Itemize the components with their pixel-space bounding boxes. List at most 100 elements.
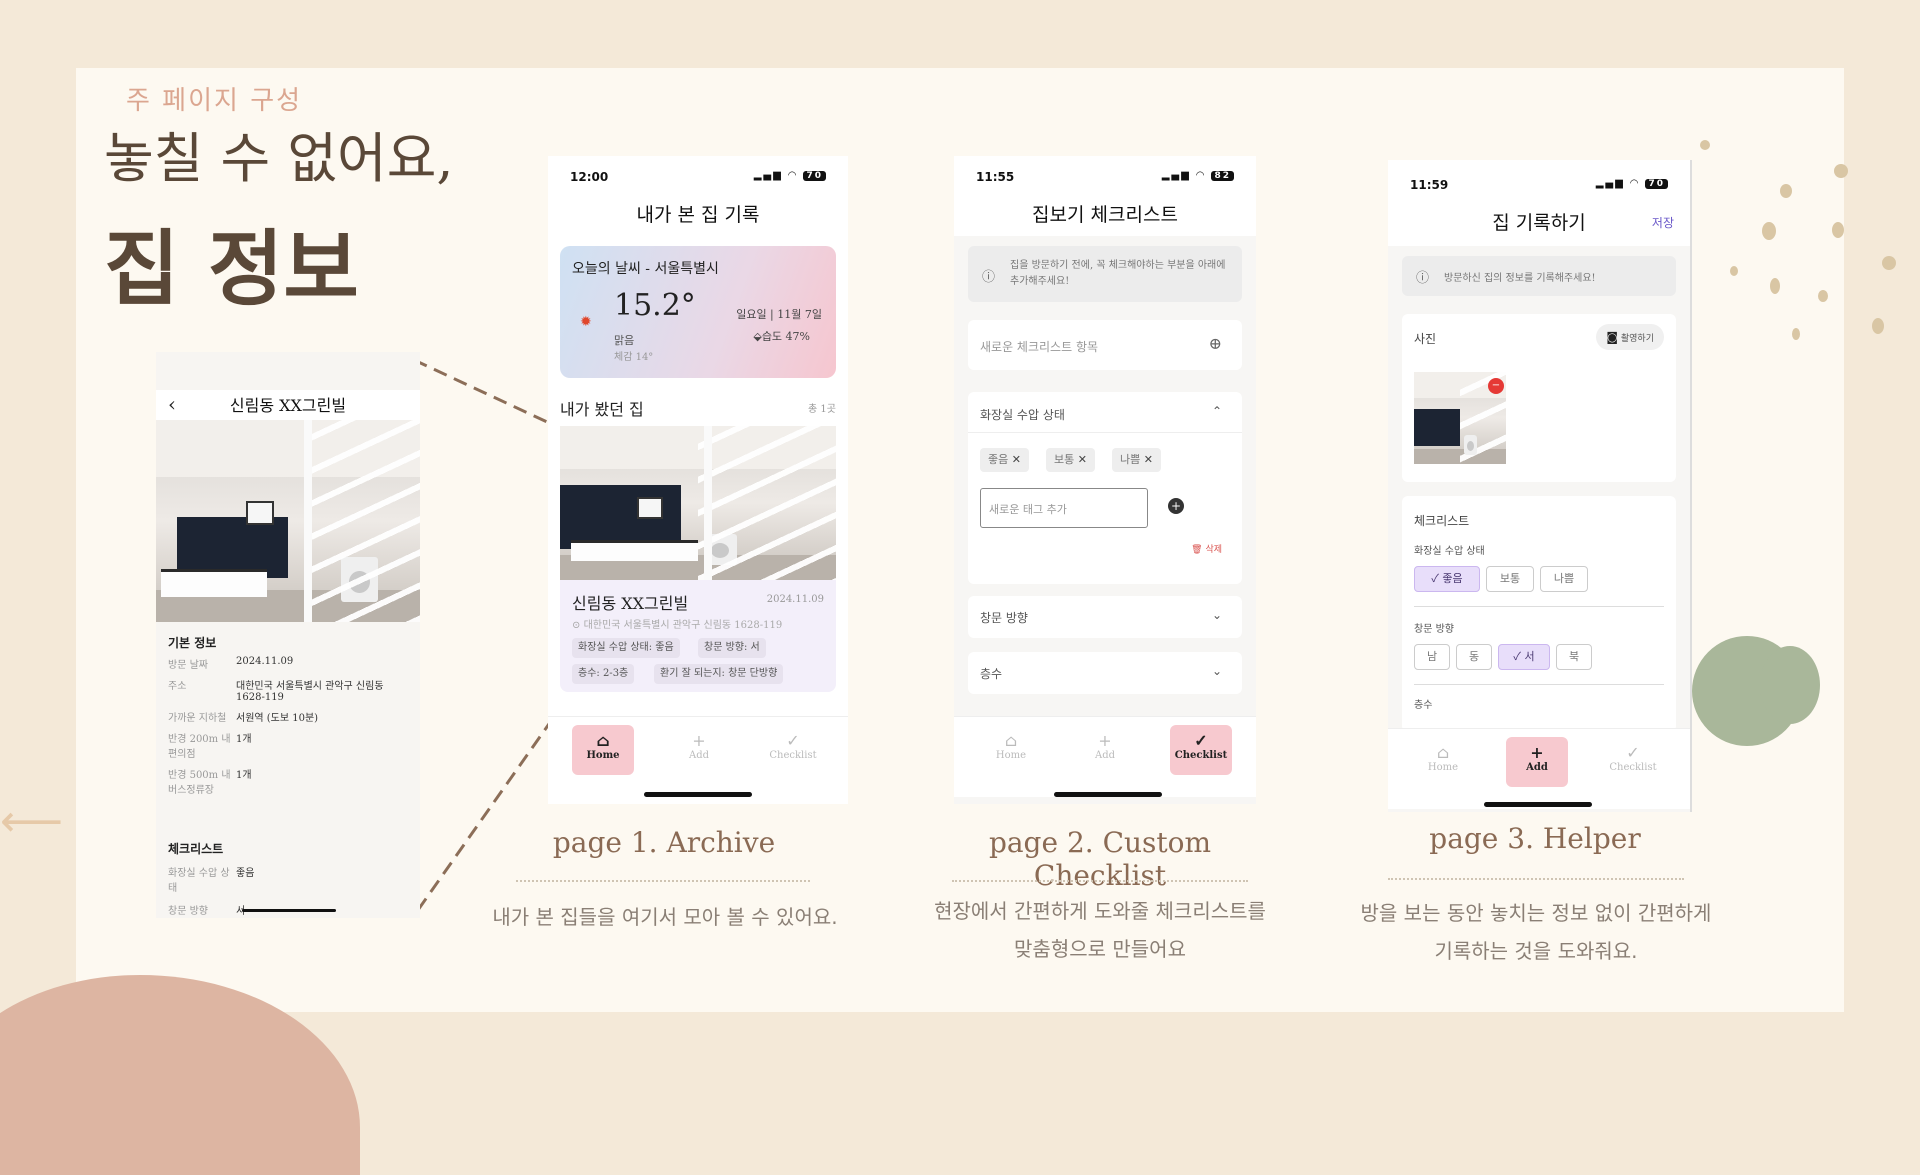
- add-circle-icon[interactable]: ⊕: [1209, 334, 1222, 353]
- plus-icon: +: [692, 731, 706, 750]
- option-chip[interactable]: 남: [1414, 644, 1450, 670]
- tab-add[interactable]: + Add: [668, 725, 730, 775]
- plus-icon: +: [1530, 743, 1544, 762]
- new-tag-input[interactable]: 새로운 태그 추가: [980, 488, 1148, 528]
- tag-chip[interactable]: 좋음 ✕: [980, 448, 1029, 472]
- pin-icon: ⊙: [572, 620, 584, 631]
- house-photo: [560, 426, 836, 580]
- caption-archive-title: page 1. Archive: [552, 826, 776, 859]
- check-icon: ✓: [1194, 731, 1208, 750]
- option-chip[interactable]: 북: [1556, 644, 1592, 670]
- wifi-icon: ◠: [788, 170, 798, 181]
- list-title: 내가 봤던 집: [560, 400, 644, 419]
- option-chip[interactable]: 나쁨: [1540, 566, 1588, 592]
- tab-add[interactable]: + Add: [1074, 725, 1136, 775]
- wifi-icon: ◠: [1630, 178, 1640, 189]
- divider: [952, 880, 1248, 882]
- caption-checklist-title: page 2. Custom Checklist: [988, 826, 1212, 892]
- house-tag: 화장실 수압 상태: 좋음: [572, 638, 680, 658]
- house-photo: [156, 420, 420, 622]
- detail-screen: ‹ 신림동 XX그린빌 기본 정보 방문 날짜 2024.11.09 주소 대한민국…: [156, 352, 420, 918]
- list-count: 총 1곳: [808, 404, 836, 415]
- save-button[interactable]: 저장: [1652, 214, 1674, 231]
- info-text: 방문하신 집의 정보를 기록해주세요!: [1444, 273, 1596, 284]
- close-icon: ✕: [1011, 453, 1021, 466]
- plus-icon: +: [1098, 731, 1112, 750]
- info-row: 반경 500m 내 버스정류장 1개: [168, 770, 252, 796]
- item-title: 화장실 수압 상태: [980, 408, 1065, 422]
- tab-bar: ⌂ Home + Add ✓ Checklist: [548, 716, 848, 797]
- divider: [516, 880, 810, 882]
- tab-home[interactable]: ⌂ Home: [1412, 737, 1474, 787]
- info-row: 가까운 지하철 서원역 (도보 10분): [168, 713, 319, 724]
- tab-home[interactable]: ⌂ Home: [572, 725, 634, 775]
- remove-photo-icon[interactable]: −: [1488, 378, 1504, 394]
- checklist-title: 체크리스트: [168, 842, 224, 856]
- question-label: 층수: [1414, 700, 1433, 711]
- tag-chip[interactable]: 보통 ✕: [1046, 448, 1095, 472]
- delete-button[interactable]: 🗑 삭제: [1191, 542, 1222, 555]
- weather-condition: 맑음: [614, 334, 635, 347]
- home-indicator: [644, 792, 752, 797]
- battery-icon: 82: [1211, 171, 1234, 181]
- collapsed-item[interactable]: 층수 ⌄: [968, 652, 1242, 694]
- tab-checklist[interactable]: ✓ Checklist: [1602, 737, 1664, 787]
- signal-icon: ▂▄▆: [1595, 178, 1625, 189]
- tab-add[interactable]: + Add: [1506, 737, 1568, 787]
- add-tag-icon[interactable]: +: [1168, 498, 1184, 514]
- helper-screen: 11:59 ▂▄▆ ◠ 70 집 기록하기 저장 ⓘ 방문하신 집의 정보를 기…: [1388, 160, 1692, 812]
- caption-checklist-desc: 현장에서 간편하게 도와줄 체크리스트를 맞춤형으로 만들어요: [934, 899, 1266, 961]
- expanded-item: 화장실 수압 상태 ⌃ 좋음 ✕ 보통 ✕ 나쁨 ✕ 새로운 태그 추가 + 🗑…: [968, 392, 1242, 584]
- check-icon: ✓: [1431, 572, 1443, 585]
- house-card[interactable]: 신림동 XX그린빌 2024.11.09 ⊙ 대한민국 서울특별시 관악구 신림…: [560, 426, 836, 692]
- checklist-label: 체크리스트: [1414, 514, 1470, 528]
- camera-icon: ◙: [1606, 330, 1618, 344]
- archive-title: 내가 본 집 기록: [636, 204, 760, 226]
- tab-bar: ⌂ Home + Add ✓ Checklist: [1388, 728, 1690, 809]
- option-chip[interactable]: ✓ 좋음: [1414, 566, 1480, 592]
- caption-helper-title: page 3. Helper: [1429, 822, 1641, 855]
- info-text: 집을 방문하기 전에, 꼭 체크해야하는 부분을 아래에 추가해주세요!: [1010, 260, 1226, 287]
- camera-button[interactable]: ◙ 촬영하기: [1596, 324, 1664, 350]
- collapsed-item[interactable]: 창문 방향 ⌄: [968, 596, 1242, 638]
- tab-checklist[interactable]: ✓ Checklist: [1170, 725, 1232, 775]
- question-label: 화장실 수압 상태: [1414, 546, 1485, 557]
- house-tag: 층수: 2-3층: [572, 664, 635, 684]
- option-chip[interactable]: 보통: [1486, 566, 1534, 592]
- house-date: 2024.11.09: [766, 594, 824, 605]
- checklist-screen: 11:55 ▂▄▆ ◠ 82 집보기 체크리스트 ⓘ 집을 방문하기 전에, 꼭…: [954, 156, 1256, 804]
- battery-icon: 70: [803, 171, 826, 181]
- archive-screen: 12:00 ▂▄▆ ◠ 70 내가 본 집 기록 오늘의 날씨 - 서울특별시 …: [548, 156, 848, 804]
- weather-date: 일요일 | 11월 7일: [736, 308, 822, 321]
- house-name: 신림동 XX그린빌: [572, 594, 689, 613]
- option-chip[interactable]: 동: [1456, 644, 1492, 670]
- new-item-row[interactable]: 새로운 체크리스트 항목 ⊕: [968, 320, 1242, 370]
- tag-chip[interactable]: 나쁨 ✕: [1112, 448, 1161, 472]
- weather-temp: 15.2°: [614, 288, 696, 323]
- check-icon: ✓: [1626, 743, 1640, 762]
- info-row: 반경 200m 내 편의점 1개: [168, 734, 252, 760]
- photo-label: 사진: [1414, 332, 1437, 346]
- home-indicator: [1484, 802, 1592, 807]
- weather-heading: 오늘의 날씨 - 서울특별시: [572, 261, 719, 277]
- house-tag: 창문 방향: 서: [698, 638, 766, 658]
- tab-checklist[interactable]: ✓ Checklist: [762, 725, 824, 775]
- status-bar: 11:55 ▂▄▆ ◠ 82: [976, 170, 1234, 186]
- checklist-title: 집보기 체크리스트: [1032, 204, 1178, 226]
- question-label: 창문 방향: [1414, 624, 1454, 635]
- chevron-up-icon[interactable]: ⌃: [1212, 404, 1222, 418]
- info-box: ⓘ 집을 방문하기 전에, 꼭 체크해야하는 부분을 아래에 추가해주세요!: [968, 246, 1242, 302]
- option-chip[interactable]: ✓ 서: [1498, 644, 1550, 670]
- checklist-card: 체크리스트 화장실 수압 상태 ✓ 좋음 보통 나쁨 창문 방향 남 동 ✓ 서…: [1402, 496, 1676, 732]
- signal-icon: ▂▄▆: [1161, 170, 1191, 181]
- wifi-icon: ◠: [1196, 170, 1206, 181]
- new-item-input[interactable]: 새로운 체크리스트 항목: [980, 338, 1098, 355]
- info-row: 방문 날짜 2024.11.09: [168, 656, 294, 671]
- tab-home[interactable]: ⌂ Home: [980, 725, 1042, 775]
- check-icon: ✓: [1513, 650, 1525, 663]
- info-icon: ⓘ: [1416, 271, 1430, 286]
- info-icon: ⓘ: [982, 270, 996, 285]
- drop-icon: ⬙: [753, 330, 762, 343]
- weather-feels: 체감 14°: [614, 352, 654, 363]
- close-icon: ✕: [1143, 453, 1153, 466]
